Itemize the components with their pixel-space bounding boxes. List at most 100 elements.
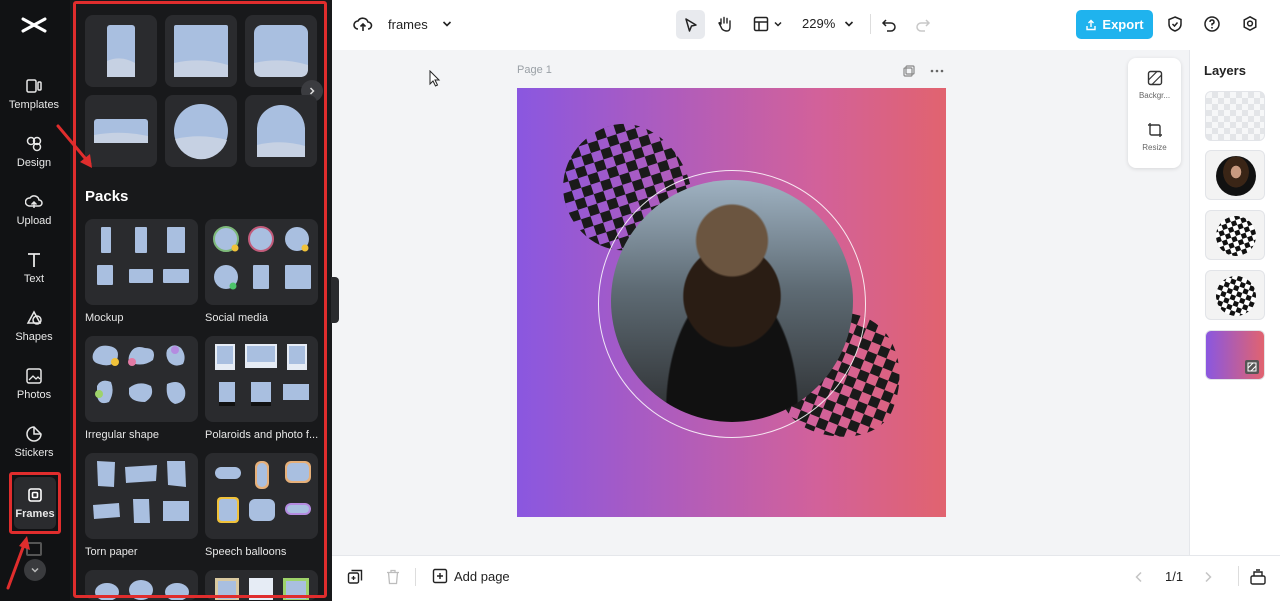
delete-page-button[interactable] [384,568,402,586]
page-manager-button[interactable] [1248,567,1268,587]
doc-menu-button[interactable] [440,17,454,31]
background-tool[interactable]: Backgr... [1128,70,1181,100]
rail-item-templates[interactable]: Templates [4,68,64,120]
pack-card-mockup[interactable] [85,219,198,305]
layout-tool-button[interactable] [750,13,772,35]
more-horizontal-icon [930,69,944,73]
export-icon [1086,19,1097,30]
background-icon [1245,360,1259,374]
export-label: Export [1102,17,1144,32]
pack-card-polaroids[interactable] [205,336,318,422]
layer-background[interactable] [1205,330,1265,380]
add-page-button[interactable]: Add page [432,568,510,584]
chevron-down-icon [844,21,854,27]
zoom-menu-button[interactable] [842,17,856,31]
floating-tools: Backgr... Resize [1128,58,1181,168]
chevron-down-icon [442,21,452,27]
rail-item-shapes[interactable]: Shapes [4,300,64,352]
gear-icon [1243,15,1257,32]
frame-tile-landscape[interactable] [85,95,157,167]
pack-card-irregular-shape[interactable] [85,336,198,422]
pack-label-speech-balloons: Speech balloons [205,546,287,558]
frame-tile-square[interactable] [165,15,237,87]
rail-item-text[interactable]: Text [4,242,64,294]
rail-item-label: Photos [16,389,52,401]
layer-checker-thumb [1210,211,1262,259]
rail-item-photos[interactable]: Photos [4,358,64,410]
hand-tool-button[interactable] [714,13,736,35]
add-page-label: Add page [454,568,510,584]
cloud-save-button[interactable] [352,13,374,35]
resize-icon [1147,123,1162,137]
layer-photo[interactable] [1205,150,1265,200]
select-tool-button[interactable] [676,10,705,39]
pack-card-partial-1[interactable] [85,570,198,601]
layer-transparent[interactable] [1205,91,1265,141]
bottom-divider-right [1238,566,1239,586]
undo-icon [881,19,896,32]
mouse-cursor-icon [428,70,442,88]
pack-card-partial-2[interactable] [205,570,318,600]
chevron-down-icon [774,21,782,27]
rail-item-label: Templates [8,99,60,111]
rail-expand-button[interactable] [24,559,46,581]
shield-button[interactable] [1164,13,1186,35]
pack-partial-thumb [95,580,189,601]
more-apps-icon[interactable] [26,542,42,556]
stickers-icon [26,426,42,442]
frame-circle-thumb [174,104,228,160]
pointer-icon [684,17,697,32]
chevron-right-icon [1205,571,1212,583]
frame-landscape-thumb [94,119,148,143]
rail-item-stickers[interactable]: Stickers [4,416,64,468]
frame-tile-circle[interactable] [165,95,237,167]
pack-card-torn-paper[interactable] [85,453,198,539]
pack-polaroids-thumb [215,344,309,406]
background-tool-label: Backgr... [1138,91,1171,100]
frame-tile-portrait[interactable] [85,15,157,87]
cloud-upload-icon [353,17,373,31]
frame-tile-arch[interactable] [245,95,317,167]
pack-torn-thumb [93,461,189,523]
layer-checker-2[interactable] [1205,270,1265,320]
add-page-icon [432,568,448,584]
rail-item-label: Stickers [14,447,54,459]
layer-photo-thumb [1216,156,1256,196]
text-icon [28,253,40,267]
zoom-level[interactable]: 229% [802,16,835,31]
hand-icon [718,16,731,32]
page-count: 1/1 [1165,569,1184,584]
document-name[interactable]: frames [388,17,428,32]
layer-checker-thumb [1210,271,1262,319]
frames-highlight-box [9,472,61,534]
duplicate-page-button[interactable] [902,64,916,78]
duplicate-icon [903,65,915,77]
frame-tile-rounded[interactable] [245,15,317,87]
resize-tool[interactable]: Resize [1128,122,1181,152]
layout-menu-button[interactable] [772,17,784,31]
resize-tool-label: Resize [1142,143,1167,152]
upload-icon [25,195,43,208]
rail-item-design[interactable]: Design [4,126,64,178]
duplicate-page-bottom-button[interactable] [346,568,364,586]
rail-item-upload[interactable]: Upload [4,184,64,236]
next-page-button[interactable] [1201,569,1215,585]
page-manager-icon [1250,569,1266,585]
redo-button[interactable] [912,13,934,35]
page-more-button[interactable] [929,64,945,78]
artboard[interactable] [517,88,946,517]
templates-icon [26,79,42,93]
layer-checker-1[interactable] [1205,210,1265,260]
rail-item-label: Design [16,157,52,169]
layout-icon [753,16,769,32]
pack-partial-thumb [215,578,309,600]
help-button[interactable] [1201,13,1223,35]
panel-collapse-handle[interactable] [331,277,339,323]
export-button[interactable]: Export [1076,10,1153,39]
undo-button[interactable] [878,13,900,35]
settings-button[interactable] [1239,13,1261,35]
prev-page-button[interactable] [1132,569,1146,585]
pack-card-speech-balloons[interactable] [205,453,318,539]
pack-card-social-media[interactable] [205,219,318,305]
capcut-logo-icon[interactable] [20,12,48,38]
